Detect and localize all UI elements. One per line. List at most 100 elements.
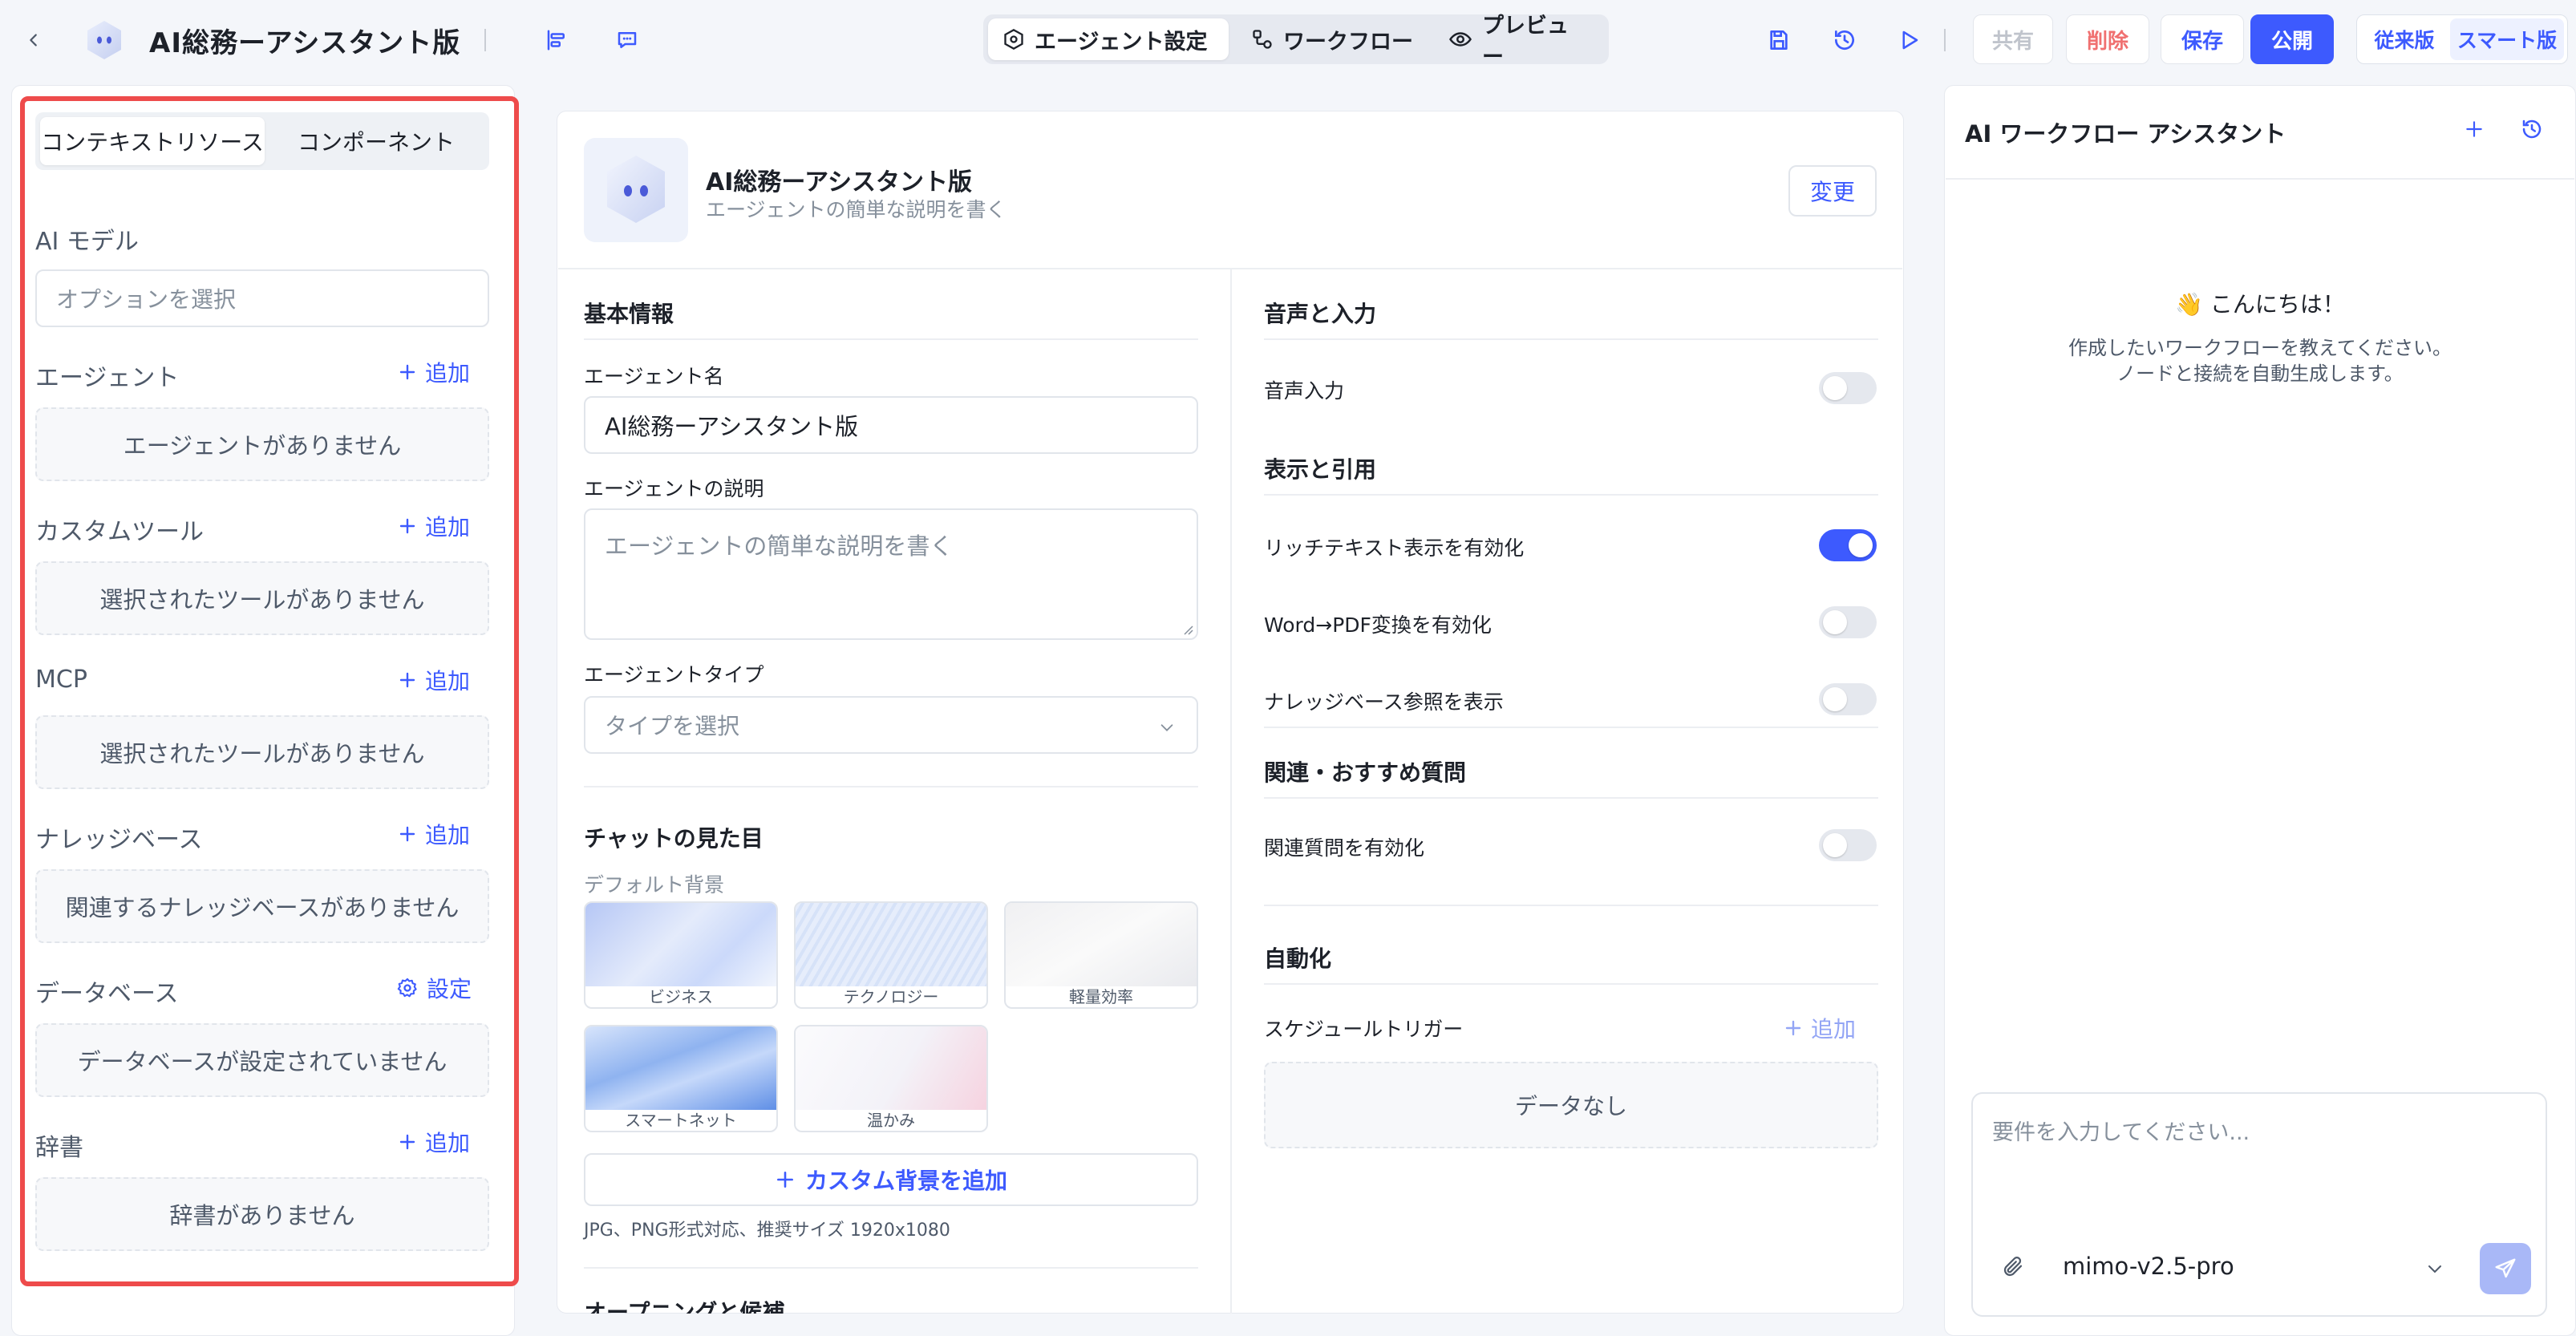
- divider: [1264, 338, 1878, 340]
- tab-components[interactable]: コンポーネント: [268, 117, 484, 165]
- add-label: 追加: [425, 1130, 471, 1156]
- add-schedule-button[interactable]: 追加: [1784, 1012, 1856, 1044]
- save-draft-icon[interactable]: [1763, 24, 1795, 56]
- agent-description-label: エージェントの説明: [584, 477, 764, 500]
- agent-avatar[interactable]: [584, 138, 688, 242]
- smart-version-button[interactable]: スマート版: [2450, 18, 2564, 60]
- section-label-knowledge-base: ナレッジベース: [35, 826, 203, 854]
- background-warm[interactable]: 温かみ: [794, 1025, 988, 1132]
- schedule-empty: データなし: [1264, 1062, 1878, 1148]
- related-questions-heading: 関連・おすすめ質問: [1264, 759, 1467, 786]
- voice-input-label: 音声入力: [1264, 379, 1345, 403]
- send-icon: [2493, 1257, 2517, 1281]
- divider: [1946, 178, 2574, 180]
- knowledge-base-empty: 関連するナレッジベースがありません: [35, 869, 489, 943]
- attachment-icon[interactable]: [1997, 1251, 2029, 1283]
- agent-name-input[interactable]: AI総務ーアシスタント版: [584, 396, 1198, 454]
- history-icon[interactable]: [1829, 24, 1861, 56]
- agent-card-description: エージェントの簡単な説明を書く: [706, 198, 1007, 221]
- tab-agent-settings[interactable]: エージェント設定: [988, 18, 1229, 60]
- back-icon[interactable]: [18, 24, 50, 56]
- schedule-trigger-label: スケジュールトリガー: [1264, 1018, 1464, 1041]
- chevron-down-icon[interactable]: [2425, 1259, 2444, 1278]
- divider: [1264, 905, 1878, 906]
- add-custom-background-button[interactable]: カスタム背景を追加: [584, 1153, 1198, 1206]
- agent-type-select[interactable]: タイプを選択: [584, 696, 1198, 754]
- add-custom-tool-button[interactable]: 追加: [398, 510, 470, 542]
- chevron-down-icon: [1158, 719, 1176, 736]
- configure-database-button[interactable]: 設定: [396, 972, 472, 1004]
- new-chat-icon[interactable]: [2461, 115, 2488, 143]
- configure-label: 設定: [427, 976, 472, 1002]
- history-icon[interactable]: [2518, 115, 2546, 143]
- plus-icon: [775, 1169, 796, 1190]
- top-bar: AI総務ーアシスタント版 エージェント設定 ワークフロー プレビュー 共有 削除…: [0, 0, 2576, 80]
- model-selector[interactable]: mimo-v2.5-pro: [2063, 1253, 2234, 1280]
- add-agent-button[interactable]: 追加: [398, 356, 470, 388]
- section-label-agents: エージェント: [35, 364, 180, 392]
- chat-input[interactable]: 要件を入力してください...: [1992, 1115, 2250, 1146]
- rich-text-switch[interactable]: [1819, 529, 1877, 561]
- database-empty: データベースが設定されていません: [35, 1023, 489, 1097]
- voice-input-heading: 音声と入力: [1264, 301, 1377, 327]
- tab-context-resources[interactable]: コンテキストリソース: [40, 117, 265, 165]
- version-toggle: 従来版 スマート版: [2356, 14, 2568, 64]
- agent-name-label: エージェント名: [584, 365, 724, 388]
- plus-icon: [398, 362, 417, 382]
- align-icon[interactable]: [541, 24, 573, 56]
- column-divider: [1230, 269, 1232, 1314]
- add-mcp-button[interactable]: 追加: [398, 664, 470, 696]
- assistant-intro-line2: ノードと接続を自動生成します。: [2116, 362, 2404, 385]
- background-lightweight[interactable]: 軽量効率: [1004, 901, 1198, 1009]
- section-label-custom-tools: カスタムツール: [35, 518, 204, 546]
- section-label-database: データベース: [35, 980, 179, 1008]
- background-technology[interactable]: テクノロジー: [794, 901, 988, 1009]
- resize-handle-icon[interactable]: [1182, 624, 1193, 635]
- add-custom-label: カスタム背景を追加: [804, 1168, 1007, 1194]
- publish-button[interactable]: 公開: [2250, 14, 2334, 64]
- assistant-title: AI ワークフロー アシスタント: [1965, 120, 2286, 148]
- mcp-empty: 選択されたツールがありません: [35, 715, 489, 789]
- related-questions-switch[interactable]: [1819, 829, 1877, 861]
- add-knowledge-base-button[interactable]: 追加: [398, 818, 470, 850]
- background-thumbnail: [796, 1026, 986, 1110]
- tab-label: エージェント設定: [1035, 29, 1208, 55]
- divider: [584, 338, 1198, 340]
- agents-empty: エージェントがありません: [35, 407, 489, 481]
- background-thumbnail: [585, 903, 776, 986]
- send-button[interactable]: [2480, 1243, 2531, 1294]
- plus-icon: [398, 1132, 417, 1152]
- agent-description-textarea[interactable]: エージェントの簡単な説明を書く: [584, 508, 1198, 640]
- word-pdf-switch[interactable]: [1819, 606, 1877, 638]
- add-label: 追加: [425, 360, 471, 387]
- divider: [1264, 797, 1878, 799]
- chat-appearance-heading: チャットの見た目: [584, 825, 763, 852]
- kb-reference-switch[interactable]: [1819, 683, 1877, 715]
- change-button[interactable]: 変更: [1788, 165, 1877, 217]
- background-caption: スマートネット: [625, 1110, 737, 1130]
- save-button[interactable]: 保存: [2161, 14, 2244, 64]
- divider: [584, 786, 1198, 787]
- legacy-version-button[interactable]: 従来版: [2360, 18, 2448, 60]
- comment-icon[interactable]: [611, 24, 643, 56]
- tab-workflow[interactable]: ワークフロー: [1237, 18, 1429, 60]
- chat-composer: 要件を入力してください... mimo-v2.5-pro: [1971, 1092, 2547, 1317]
- voice-input-switch[interactable]: [1819, 372, 1877, 404]
- page-title: AI総務ーアシスタント版: [149, 27, 461, 59]
- plus-icon: [398, 670, 417, 690]
- display-heading: 表示と引用: [1264, 456, 1377, 483]
- plus-icon: [1784, 1018, 1803, 1038]
- background-hint: JPG、PNG形式対応、推奨サイズ 1920x1080: [584, 1221, 950, 1241]
- background-caption: テクノロジー: [843, 986, 939, 1006]
- delete-button[interactable]: 削除: [2066, 14, 2149, 64]
- tab-preview[interactable]: プレビュー: [1434, 14, 1602, 70]
- view-switcher: エージェント設定 ワークフロー プレビュー: [983, 14, 1609, 70]
- play-icon[interactable]: [1893, 24, 1925, 56]
- share-button[interactable]: 共有: [1973, 14, 2053, 64]
- gear-icon: [396, 977, 419, 999]
- background-smartnet[interactable]: スマートネット: [584, 1025, 778, 1132]
- add-dictionary-button[interactable]: 追加: [398, 1126, 470, 1158]
- ai-model-select[interactable]: オプションを選択: [35, 269, 489, 327]
- background-business[interactable]: ビジネス: [584, 901, 778, 1009]
- plus-icon: [398, 516, 417, 536]
